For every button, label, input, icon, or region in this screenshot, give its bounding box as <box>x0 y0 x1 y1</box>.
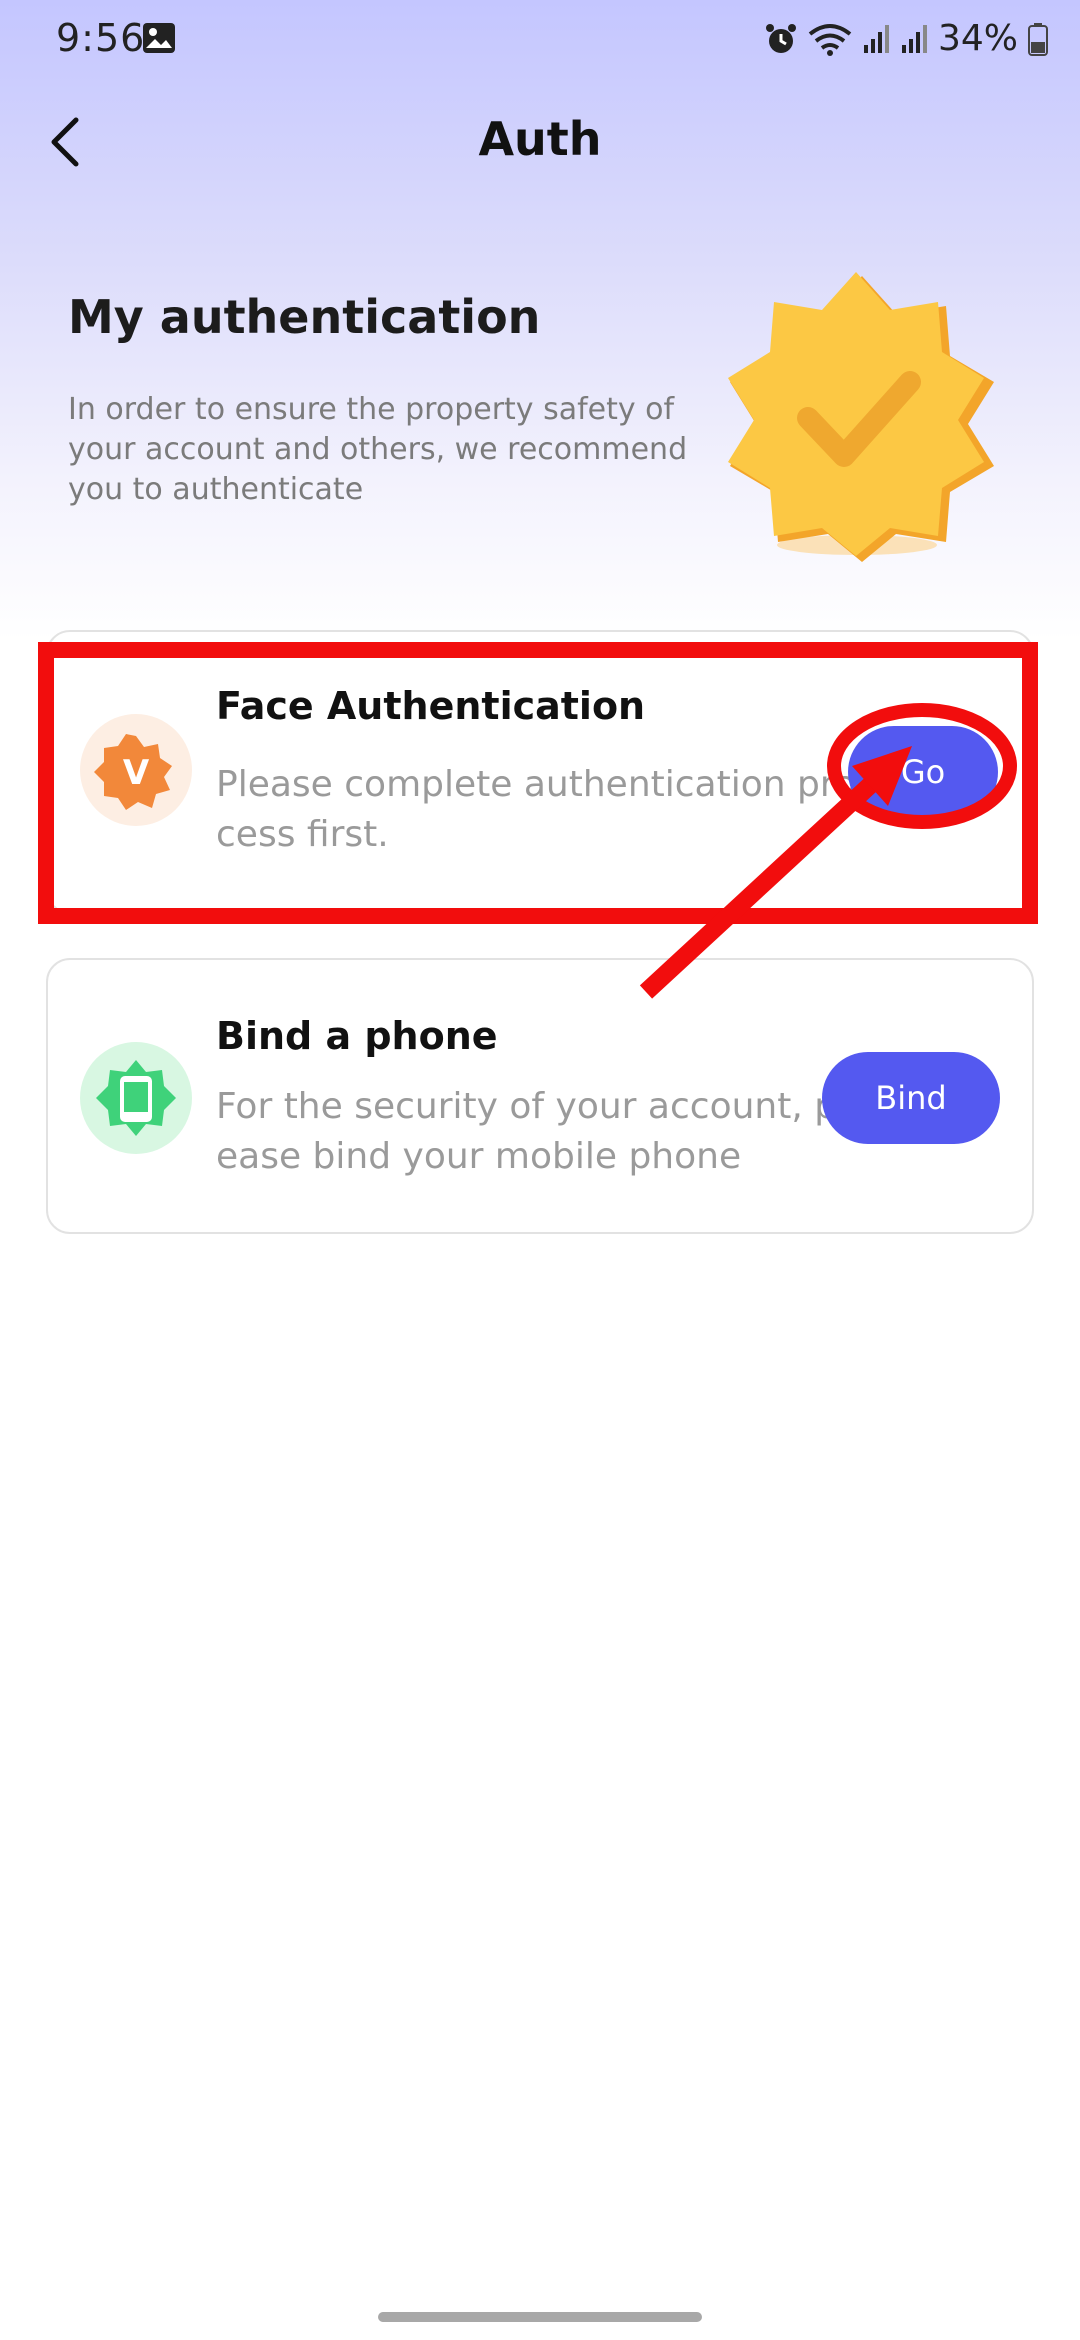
phone-icon <box>80 1042 192 1154</box>
annotation-highlight-box <box>38 642 1038 924</box>
card-description: For the security of your account, please… <box>216 1086 848 1177</box>
status-icons: 34% <box>764 18 1048 59</box>
hero-description: In order to ensure the property safety o… <box>68 392 688 507</box>
card-title: Bind a phone <box>216 1014 498 1058</box>
bind-button[interactable]: Bind <box>822 1052 1000 1144</box>
signal-icon <box>863 24 889 53</box>
status-time: 9:56 <box>56 16 146 60</box>
bind-phone-card: Bind a phone For the security of your ac… <box>46 958 1034 1234</box>
wifi-icon <box>808 23 852 56</box>
signal-icon <box>901 24 927 53</box>
battery-icon <box>1028 22 1048 56</box>
verified-badge-icon <box>728 272 994 562</box>
battery-percent: 34% <box>937 18 1018 59</box>
home-indicator[interactable] <box>378 2312 702 2322</box>
gallery-icon <box>143 23 175 53</box>
alarm-icon <box>765 23 796 53</box>
page-title: Auth <box>478 112 602 166</box>
hero-title: My authentication <box>68 290 541 344</box>
status-bar: 9:56 34% <box>0 0 1080 90</box>
